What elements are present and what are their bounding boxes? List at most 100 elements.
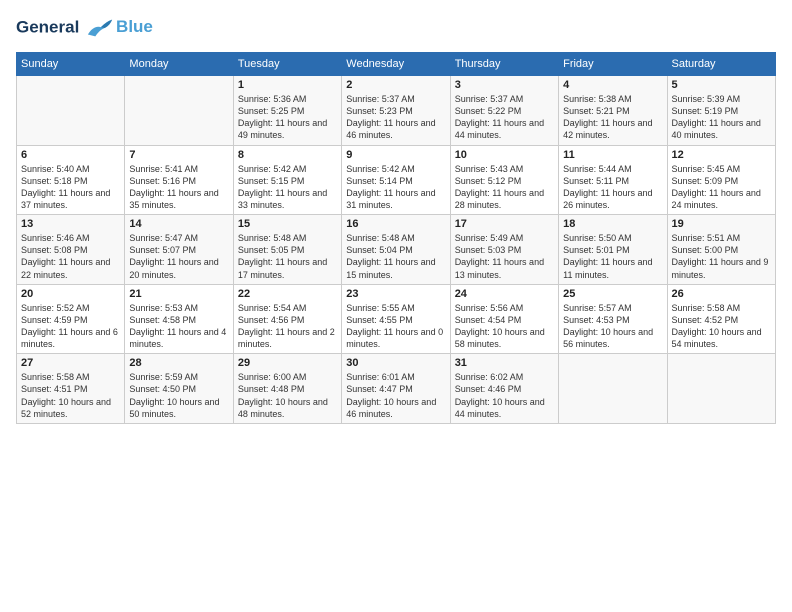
day-info: Sunrise: 5:41 AM Sunset: 5:16 PM Dayligh… bbox=[129, 163, 228, 212]
calendar-cell: 28 Sunrise: 5:59 AM Sunset: 4:50 PM Dayli… bbox=[125, 354, 233, 424]
day-number: 20 bbox=[21, 288, 120, 300]
calendar-cell bbox=[667, 354, 775, 424]
logo-general: General bbox=[16, 17, 79, 36]
calendar-cell: 17 Sunrise: 5:49 AM Sunset: 5:03 PM Dayli… bbox=[450, 215, 558, 285]
day-info: Sunrise: 5:49 AM Sunset: 5:03 PM Dayligh… bbox=[455, 232, 554, 281]
day-info: Sunrise: 5:38 AM Sunset: 5:21 PM Dayligh… bbox=[563, 93, 662, 142]
day-number: 1 bbox=[238, 79, 337, 91]
day-info: Sunrise: 5:42 AM Sunset: 5:14 PM Dayligh… bbox=[346, 163, 445, 212]
day-info: Sunrise: 5:46 AM Sunset: 5:08 PM Dayligh… bbox=[21, 232, 120, 281]
weekday-header-row: SundayMondayTuesdayWednesdayThursdayFrid… bbox=[17, 53, 776, 76]
day-number: 22 bbox=[238, 288, 337, 300]
calendar-cell: 16 Sunrise: 5:48 AM Sunset: 5:04 PM Dayli… bbox=[342, 215, 450, 285]
page-container: General Blue SundayMondayTuesdayWednesda… bbox=[0, 0, 792, 432]
day-info: Sunrise: 5:36 AM Sunset: 5:25 PM Dayligh… bbox=[238, 93, 337, 142]
day-number: 16 bbox=[346, 218, 445, 230]
calendar-cell: 12Sunrise: 5:45 AM Sunset: 5:09 PM Dayli… bbox=[667, 145, 775, 215]
day-number: 23 bbox=[346, 288, 445, 300]
calendar-cell: 9 Sunrise: 5:42 AM Sunset: 5:14 PM Daylig… bbox=[342, 145, 450, 215]
calendar-cell: 24 Sunrise: 5:56 AM Sunset: 4:54 PM Dayli… bbox=[450, 284, 558, 354]
calendar-cell: 30 Sunrise: 6:01 AM Sunset: 4:47 PM Dayli… bbox=[342, 354, 450, 424]
day-number: 18 bbox=[563, 218, 662, 230]
calendar-week-3: 13 Sunrise: 5:46 AM Sunset: 5:08 PM Dayli… bbox=[17, 215, 776, 285]
calendar-cell: 31 Sunrise: 6:02 AM Sunset: 4:46 PM Dayli… bbox=[450, 354, 558, 424]
calendar-cell: 6 Sunrise: 5:40 AM Sunset: 5:18 PM Daylig… bbox=[17, 145, 125, 215]
day-info: Sunrise: 5:43 AM Sunset: 5:12 PM Dayligh… bbox=[455, 163, 554, 212]
day-number: 24 bbox=[455, 288, 554, 300]
day-info: Sunrise: 5:58 AM Sunset: 4:51 PM Dayligh… bbox=[21, 371, 120, 420]
header: General Blue bbox=[16, 16, 776, 40]
day-info: Sunrise: 5:55 AM Sunset: 4:55 PM Dayligh… bbox=[346, 302, 445, 351]
calendar-week-4: 20Sunrise: 5:52 AM Sunset: 4:59 PM Dayli… bbox=[17, 284, 776, 354]
calendar-cell: 25 Sunrise: 5:57 AM Sunset: 4:53 PM Dayli… bbox=[559, 284, 667, 354]
calendar-cell bbox=[559, 354, 667, 424]
logo: General Blue bbox=[16, 16, 153, 40]
logo-blue: Blue bbox=[116, 17, 153, 37]
day-number: 27 bbox=[21, 357, 120, 369]
calendar-cell: 29Sunrise: 6:00 AM Sunset: 4:48 PM Dayli… bbox=[233, 354, 341, 424]
day-info: Sunrise: 5:53 AM Sunset: 4:58 PM Dayligh… bbox=[129, 302, 228, 351]
day-info: Sunrise: 5:39 AM Sunset: 5:19 PM Dayligh… bbox=[672, 93, 771, 142]
calendar-cell: 10 Sunrise: 5:43 AM Sunset: 5:12 PM Dayli… bbox=[450, 145, 558, 215]
day-number: 28 bbox=[129, 357, 228, 369]
day-info: Sunrise: 5:48 AM Sunset: 5:04 PM Dayligh… bbox=[346, 232, 445, 281]
weekday-header-tuesday: Tuesday bbox=[233, 53, 341, 76]
day-info: Sunrise: 5:48 AM Sunset: 5:05 PM Dayligh… bbox=[238, 232, 337, 281]
day-number: 29 bbox=[238, 357, 337, 369]
day-number: 7 bbox=[129, 149, 228, 161]
calendar-cell: 14Sunrise: 5:47 AM Sunset: 5:07 PM Dayli… bbox=[125, 215, 233, 285]
day-info: Sunrise: 5:42 AM Sunset: 5:15 PM Dayligh… bbox=[238, 163, 337, 212]
day-number: 17 bbox=[455, 218, 554, 230]
day-info: Sunrise: 5:54 AM Sunset: 4:56 PM Dayligh… bbox=[238, 302, 337, 351]
calendar-cell: 8 Sunrise: 5:42 AM Sunset: 5:15 PM Daylig… bbox=[233, 145, 341, 215]
day-number: 25 bbox=[563, 288, 662, 300]
calendar-cell: 5 Sunrise: 5:39 AM Sunset: 5:19 PM Daylig… bbox=[667, 76, 775, 146]
weekday-header-thursday: Thursday bbox=[450, 53, 558, 76]
calendar-cell bbox=[17, 76, 125, 146]
day-number: 5 bbox=[672, 79, 771, 91]
day-info: Sunrise: 5:51 AM Sunset: 5:00 PM Dayligh… bbox=[672, 232, 771, 281]
day-info: Sunrise: 6:01 AM Sunset: 4:47 PM Dayligh… bbox=[346, 371, 445, 420]
weekday-header-monday: Monday bbox=[125, 53, 233, 76]
calendar-cell: 11 Sunrise: 5:44 AM Sunset: 5:11 PM Dayli… bbox=[559, 145, 667, 215]
day-number: 30 bbox=[346, 357, 445, 369]
weekday-header-saturday: Saturday bbox=[667, 53, 775, 76]
day-number: 8 bbox=[238, 149, 337, 161]
day-info: Sunrise: 5:58 AM Sunset: 4:52 PM Dayligh… bbox=[672, 302, 771, 351]
calendar-cell: 19Sunrise: 5:51 AM Sunset: 5:00 PM Dayli… bbox=[667, 215, 775, 285]
day-info: Sunrise: 6:02 AM Sunset: 4:46 PM Dayligh… bbox=[455, 371, 554, 420]
day-number: 13 bbox=[21, 218, 120, 230]
day-info: Sunrise: 5:59 AM Sunset: 4:50 PM Dayligh… bbox=[129, 371, 228, 420]
calendar-cell: 18 Sunrise: 5:50 AM Sunset: 5:01 PM Dayli… bbox=[559, 215, 667, 285]
calendar-cell: 26Sunrise: 5:58 AM Sunset: 4:52 PM Dayli… bbox=[667, 284, 775, 354]
calendar-week-2: 6 Sunrise: 5:40 AM Sunset: 5:18 PM Daylig… bbox=[17, 145, 776, 215]
day-info: Sunrise: 5:56 AM Sunset: 4:54 PM Dayligh… bbox=[455, 302, 554, 351]
day-info: Sunrise: 5:37 AM Sunset: 5:23 PM Dayligh… bbox=[346, 93, 445, 142]
day-number: 4 bbox=[563, 79, 662, 91]
calendar-cell: 15Sunrise: 5:48 AM Sunset: 5:05 PM Dayli… bbox=[233, 215, 341, 285]
day-info: Sunrise: 5:40 AM Sunset: 5:18 PM Dayligh… bbox=[21, 163, 120, 212]
weekday-header-sunday: Sunday bbox=[17, 53, 125, 76]
calendar-table: SundayMondayTuesdayWednesdayThursdayFrid… bbox=[16, 52, 776, 424]
calendar-cell: 2Sunrise: 5:37 AM Sunset: 5:23 PM Daylig… bbox=[342, 76, 450, 146]
calendar-cell: 13 Sunrise: 5:46 AM Sunset: 5:08 PM Dayli… bbox=[17, 215, 125, 285]
day-number: 10 bbox=[455, 149, 554, 161]
weekday-header-wednesday: Wednesday bbox=[342, 53, 450, 76]
day-number: 6 bbox=[21, 149, 120, 161]
calendar-week-1: 1 Sunrise: 5:36 AM Sunset: 5:25 PM Daylig… bbox=[17, 76, 776, 146]
calendar-cell bbox=[125, 76, 233, 146]
calendar-cell: 23 Sunrise: 5:55 AM Sunset: 4:55 PM Dayli… bbox=[342, 284, 450, 354]
calendar-cell: 21 Sunrise: 5:53 AM Sunset: 4:58 PM Dayli… bbox=[125, 284, 233, 354]
day-number: 9 bbox=[346, 149, 445, 161]
day-number: 31 bbox=[455, 357, 554, 369]
calendar-cell: 20Sunrise: 5:52 AM Sunset: 4:59 PM Dayli… bbox=[17, 284, 125, 354]
weekday-header-friday: Friday bbox=[559, 53, 667, 76]
day-info: Sunrise: 5:37 AM Sunset: 5:22 PM Dayligh… bbox=[455, 93, 554, 142]
day-info: Sunrise: 5:50 AM Sunset: 5:01 PM Dayligh… bbox=[563, 232, 662, 281]
day-number: 21 bbox=[129, 288, 228, 300]
calendar-cell: 27 Sunrise: 5:58 AM Sunset: 4:51 PM Dayli… bbox=[17, 354, 125, 424]
day-info: Sunrise: 5:57 AM Sunset: 4:53 PM Dayligh… bbox=[563, 302, 662, 351]
day-info: Sunrise: 5:44 AM Sunset: 5:11 PM Dayligh… bbox=[563, 163, 662, 212]
day-number: 11 bbox=[563, 149, 662, 161]
logo-bird-icon bbox=[86, 16, 114, 40]
